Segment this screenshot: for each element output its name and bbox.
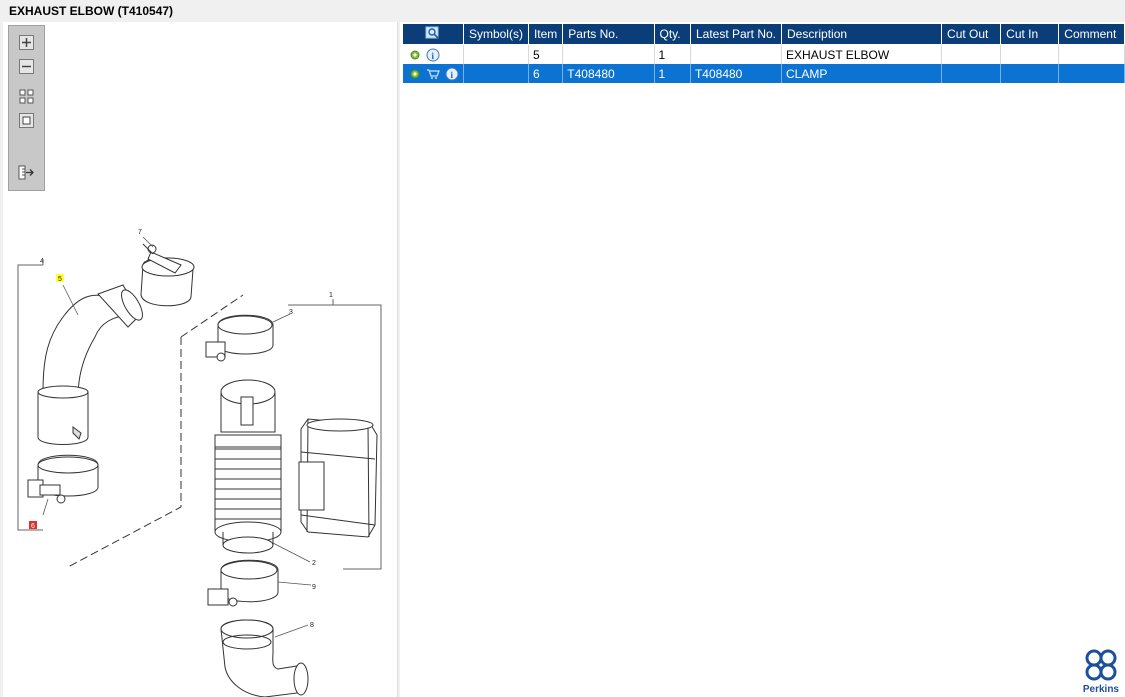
cell-parts-no [562, 44, 655, 64]
callout-3[interactable]: 3 [289, 309, 293, 316]
column-header-item[interactable]: Item [527, 23, 564, 45]
find-in-diagram-icon[interactable] [425, 26, 441, 40]
column-header-qty[interactable]: Qty. [653, 23, 691, 45]
cell-qty: 1 [654, 44, 691, 64]
cell-latest-part-no [690, 44, 783, 64]
row-icons: i [402, 64, 464, 83]
cell-parts-no: T408480 [562, 64, 655, 83]
fit-page-icon[interactable] [18, 88, 35, 105]
gear-icon[interactable] [409, 49, 421, 61]
callout-4[interactable]: 4 [40, 258, 44, 265]
column-header-parts-no[interactable]: Parts No. [562, 23, 655, 45]
exploded-parts-diagram[interactable]: 4 5 7 1 3 2 9 8 6 [3, 197, 397, 697]
export-icon[interactable] [18, 164, 35, 181]
cell-comment [1058, 44, 1125, 64]
row-icons: i [402, 44, 464, 64]
column-header-comment[interactable]: Comment [1058, 23, 1125, 45]
brand-name: Perkins [1082, 684, 1119, 695]
parts-table: Symbol(s) Item Parts No. Qty. Latest Par… [402, 23, 1125, 83]
cell-qty: 1 [654, 64, 691, 83]
table-row[interactable]: i 5 1 EXHAUST ELBOW [402, 44, 1125, 64]
column-header-latest-part-no[interactable]: Latest Part No. [689, 23, 783, 45]
cell-latest-part-no: T408480 [690, 64, 783, 83]
callout-1[interactable]: 1 [329, 292, 333, 299]
cell-symbols [463, 64, 529, 83]
info-icon[interactable]: i [426, 48, 440, 62]
gear-icon[interactable] [409, 68, 421, 80]
shopping-cart-icon[interactable] [426, 68, 440, 80]
column-header-description[interactable]: Description [781, 23, 943, 45]
parts-list-pane: Symbol(s) Item Parts No. Qty. Latest Par… [400, 22, 1125, 697]
cell-item: 6 [528, 64, 564, 83]
cell-cut-out [941, 44, 1002, 64]
table-header-row: Symbol(s) Item Parts No. Qty. Latest Par… [402, 23, 1125, 45]
brand-logo: Perkins [1083, 648, 1119, 695]
zoom-in-icon[interactable] [18, 34, 35, 51]
cell-cut-in [1000, 64, 1060, 83]
callout-2[interactable]: 2 [312, 560, 316, 567]
cell-description: CLAMP [781, 64, 943, 83]
cell-cut-in [1000, 44, 1060, 64]
cell-item: 5 [528, 44, 564, 64]
column-header-find[interactable] [402, 23, 464, 45]
callout-6[interactable]: 6 [31, 523, 35, 530]
cell-comment [1058, 64, 1125, 83]
callout-8[interactable]: 8 [310, 622, 314, 629]
table-row-selected[interactable]: i 6 T408480 1 T408480 CLAMP [402, 64, 1125, 83]
title-bar: EXHAUST ELBOW (T410547) [0, 0, 1125, 22]
actual-size-icon[interactable] [18, 112, 35, 129]
callout-9[interactable]: 9 [312, 584, 316, 591]
column-header-cut-out[interactable]: Cut Out [941, 23, 1002, 45]
callout-7[interactable]: 7 [138, 229, 142, 236]
zoom-out-icon[interactable] [18, 58, 35, 75]
column-header-symbols[interactable]: Symbol(s) [462, 23, 529, 45]
info-icon[interactable]: i [445, 67, 459, 81]
zoom-toolbox [8, 25, 45, 191]
callout-5[interactable]: 5 [58, 276, 62, 283]
perkins-logo-icon [1085, 649, 1117, 681]
page-title: EXHAUST ELBOW (T410547) [9, 4, 174, 18]
cell-description: EXHAUST ELBOW [781, 44, 943, 64]
cell-symbols [463, 44, 529, 64]
column-header-cut-in[interactable]: Cut In [1000, 23, 1060, 45]
illustration-pane[interactable]: 4 5 7 1 3 2 9 8 6 [3, 22, 398, 697]
cell-cut-out [941, 64, 1002, 83]
